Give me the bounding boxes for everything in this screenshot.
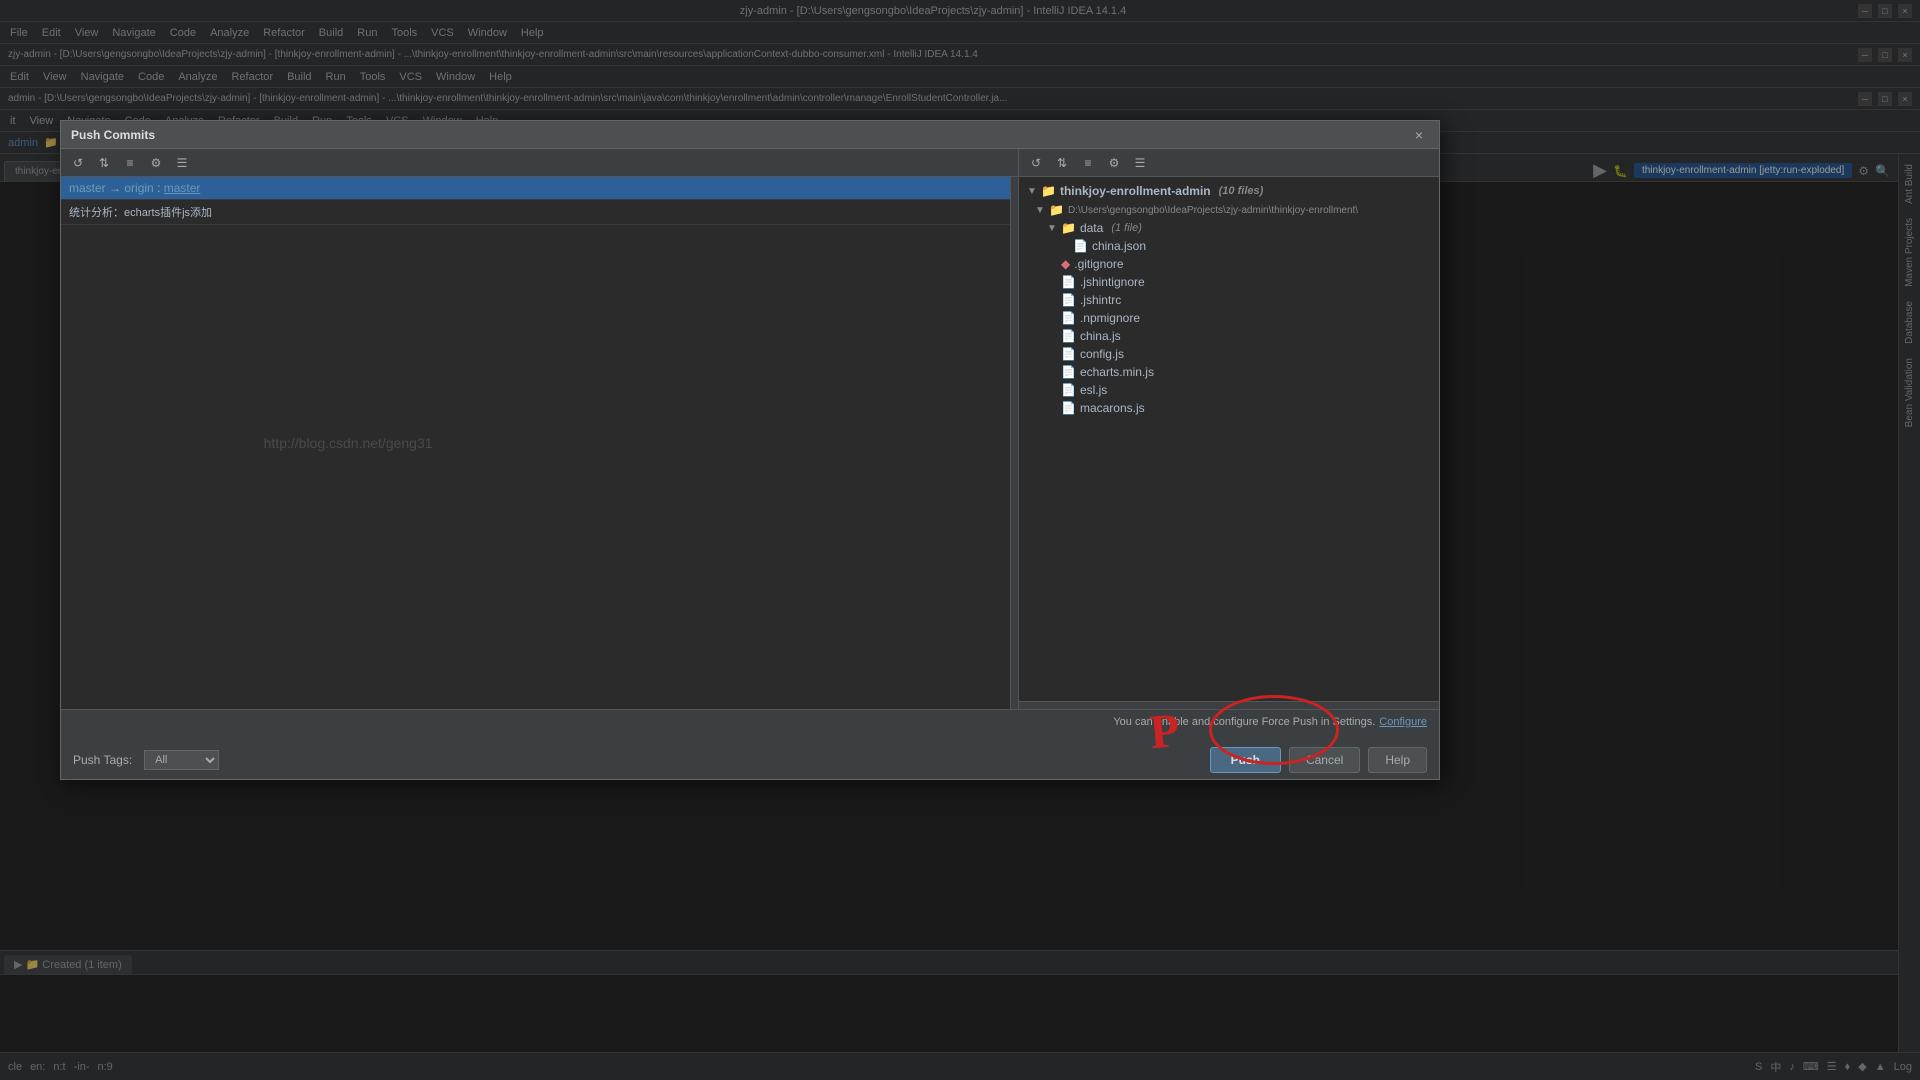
branch-from: master	[69, 181, 106, 195]
tree-config-js[interactable]: 📄 config.js	[1019, 345, 1439, 363]
js-icon-macarons: 📄	[1061, 401, 1076, 415]
expand-icon-data: ▼	[1047, 223, 1057, 234]
dialog-left-panel: ↺ ⇅ ≡ ⚙ ☰ master → origin :	[61, 149, 1019, 709]
folder-icon-data: 📁	[1061, 221, 1076, 235]
china-json-label: china.json	[1092, 239, 1146, 253]
gitignore-label: .gitignore	[1074, 257, 1123, 271]
toolbar-btn-2[interactable]: ⇅	[93, 152, 115, 174]
tree-npmignore[interactable]: 📄 .npmignore	[1019, 309, 1439, 327]
config-js-label: config.js	[1080, 347, 1124, 361]
dialog-overlay: Push Commits × ↺ ⇅ ≡ ⚙ ☰	[0, 0, 1920, 1080]
rt-btn-2[interactable]: ⇅	[1051, 152, 1073, 174]
dialog-body: ↺ ⇅ ≡ ⚙ ☰ master → origin :	[61, 149, 1439, 709]
js-icon-esl: 📄	[1061, 383, 1076, 397]
configure-link[interactable]: Configure	[1379, 716, 1427, 728]
branch-to[interactable]: master	[164, 181, 201, 195]
toolbar-btn-4[interactable]: ⚙	[145, 152, 167, 174]
dialog-right-toolbar: ↺ ⇅ ≡ ⚙ ☰	[1019, 149, 1439, 177]
js-icon-jshintignore: 📄	[1061, 275, 1076, 289]
tree-jshintrc[interactable]: 📄 .jshintrc	[1019, 291, 1439, 309]
dialog-title-bar: Push Commits ×	[61, 121, 1439, 149]
commit-list: master → origin : master 统计分析：echarts插件j…	[61, 177, 1010, 709]
cancel-button[interactable]: Cancel	[1289, 747, 1360, 773]
push-button[interactable]: Push	[1210, 747, 1281, 773]
echarts-min-js-label: echarts.min.js	[1080, 365, 1154, 379]
js-icon-china: 📄	[1061, 329, 1076, 343]
toolbar-btn-5[interactable]: ☰	[171, 152, 193, 174]
branch-arrow: →	[109, 181, 124, 195]
tree-macarons-js[interactable]: 📄 macarons.js	[1019, 399, 1439, 417]
dialog-title: Push Commits	[71, 128, 1409, 142]
rt-btn-3[interactable]: ≡	[1077, 152, 1099, 174]
tree-esl-js[interactable]: 📄 esl.js	[1019, 381, 1439, 399]
rt-btn-5[interactable]: ☰	[1129, 152, 1151, 174]
help-button[interactable]: Help	[1368, 747, 1427, 773]
footer-buttons: Push Tags: All None Push Cancel Help	[61, 741, 1439, 779]
folder-icon-path: 📁	[1049, 203, 1064, 217]
commit-list-wrapper: master → origin : master 统计分析：echarts插件j…	[61, 177, 1018, 709]
data-file-count: (1 file)	[1111, 222, 1142, 234]
js-icon-echarts: 📄	[1061, 365, 1076, 379]
toolbar-btn-3[interactable]: ≡	[119, 152, 141, 174]
project-path-label: D:\Users\gengsongbo\IdeaProjects\zjy-adm…	[1068, 205, 1358, 216]
push-tags-select[interactable]: All None	[144, 750, 219, 770]
js-icon-config: 📄	[1061, 347, 1076, 361]
tree-gitignore[interactable]: ◆ .gitignore	[1019, 255, 1439, 273]
project-root-label: thinkjoy-enrollment-admin	[1060, 184, 1211, 198]
force-push-info-text: You can enable and configure Force Push …	[1113, 716, 1375, 728]
dialog-left-toolbar: ↺ ⇅ ≡ ⚙ ☰	[61, 149, 1018, 177]
tree-project-path[interactable]: ▼ 📁 D:\Users\gengsongbo\IdeaProjects\zjy…	[1019, 201, 1439, 219]
commit-message-row[interactable]: 统计分析：echarts插件js添加	[61, 200, 1010, 225]
macarons-js-label: macarons.js	[1080, 401, 1145, 415]
js-icon-npmignore: 📄	[1061, 311, 1076, 325]
commit-message-text: 统计分析：echarts插件js添加	[69, 207, 212, 219]
commit-list-scrollbar[interactable]	[1010, 177, 1018, 709]
folder-icon-root: 📁	[1041, 184, 1056, 198]
dialog-footer: You can enable and configure Force Push …	[61, 709, 1439, 779]
esl-js-label: esl.js	[1080, 383, 1107, 397]
git-icon: ◆	[1061, 257, 1070, 271]
expand-icon-root: ▼	[1027, 186, 1037, 197]
json-icon-china: 📄	[1073, 239, 1088, 253]
rt-btn-4[interactable]: ⚙	[1103, 152, 1125, 174]
file-tree-scrollbar[interactable]	[1019, 701, 1439, 709]
npmignore-label: .npmignore	[1080, 311, 1140, 325]
tree-project-root[interactable]: ▼ 📁 thinkjoy-enrollment-admin (10 files)	[1019, 181, 1439, 201]
push-tags-label: Push Tags:	[73, 753, 132, 767]
tree-china-json[interactable]: 📄 china.json	[1019, 237, 1439, 255]
dialog-close-button[interactable]: ×	[1409, 125, 1429, 145]
rt-btn-1[interactable]: ↺	[1025, 152, 1047, 174]
commit-branch-row[interactable]: master → origin : master	[61, 177, 1010, 200]
branch-remote: origin	[124, 181, 153, 195]
branch-colon: :	[157, 181, 164, 195]
tree-china-js[interactable]: 📄 china.js	[1019, 327, 1439, 345]
tree-jshintignore[interactable]: 📄 .jshintignore	[1019, 273, 1439, 291]
project-file-count: (10 files)	[1219, 185, 1264, 197]
china-js-label: china.js	[1080, 329, 1121, 343]
dialog-right-panel: ↺ ⇅ ≡ ⚙ ☰ ▼ 📁 thinkjoy-enrollment-admin …	[1019, 149, 1439, 709]
toolbar-btn-1[interactable]: ↺	[67, 152, 89, 174]
expand-icon-path: ▼	[1035, 205, 1045, 216]
file-tree: ▼ 📁 thinkjoy-enrollment-admin (10 files)…	[1019, 177, 1439, 701]
footer-info: You can enable and configure Force Push …	[61, 710, 1439, 730]
jshintrc-label: .jshintrc	[1080, 293, 1121, 307]
js-icon-jshintrc: 📄	[1061, 293, 1076, 307]
push-commits-dialog: Push Commits × ↺ ⇅ ≡ ⚙ ☰	[60, 120, 1440, 780]
data-folder-label: data	[1080, 221, 1103, 235]
tree-echarts-min-js[interactable]: 📄 echarts.min.js	[1019, 363, 1439, 381]
jshintignore-label: .jshintignore	[1080, 275, 1145, 289]
tree-data-folder[interactable]: ▼ 📁 data (1 file)	[1019, 219, 1439, 237]
